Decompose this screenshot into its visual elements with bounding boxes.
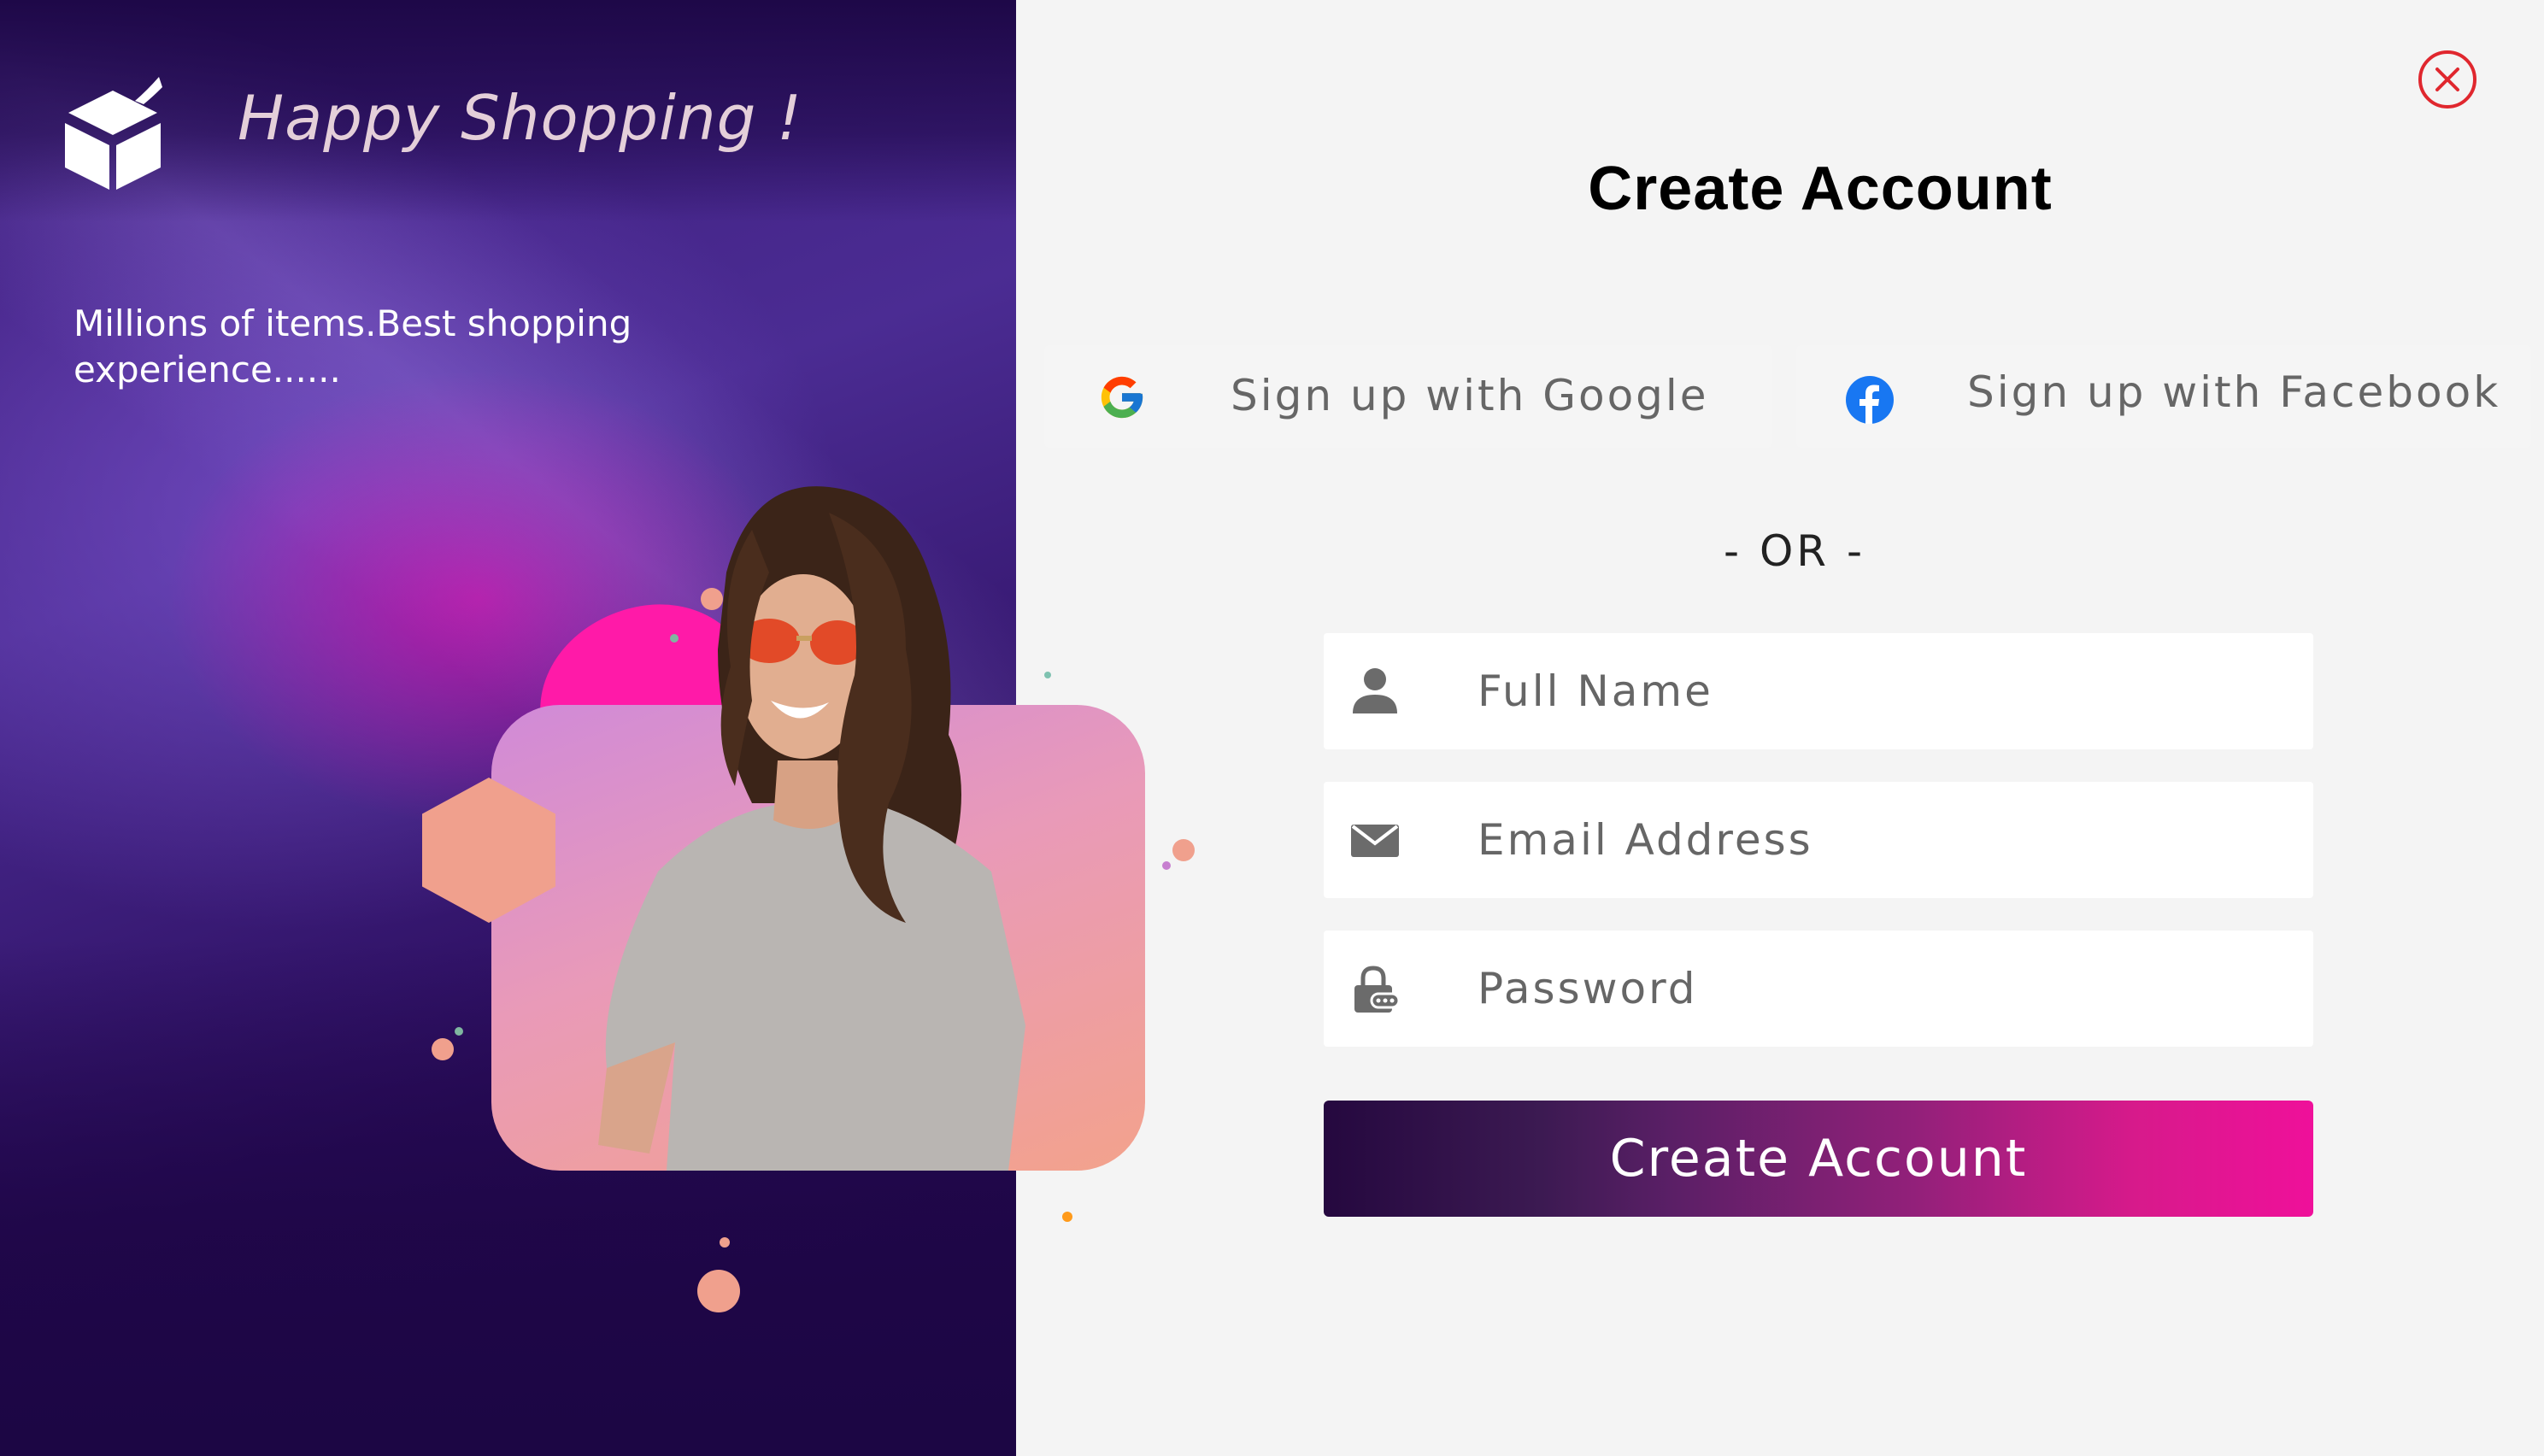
facebook-signup-button[interactable]: Sign up with Facebook bbox=[1796, 345, 2531, 448]
envelope-icon bbox=[1351, 825, 1399, 857]
decor-dot bbox=[432, 1038, 454, 1060]
user-icon bbox=[1353, 668, 1397, 713]
lock-icon bbox=[1354, 966, 1401, 1013]
email-field bbox=[1324, 782, 2313, 898]
close-button[interactable] bbox=[2418, 50, 2476, 109]
decor-dot bbox=[670, 634, 679, 643]
shopper-photo bbox=[598, 486, 1025, 1171]
decor-dot bbox=[697, 1270, 740, 1312]
facebook-signup-label: Sign up with Facebook bbox=[1967, 367, 2501, 417]
password-input[interactable] bbox=[1478, 931, 2289, 1047]
decor-dot bbox=[1044, 672, 1051, 678]
or-divider: - OR - bbox=[1724, 526, 1865, 576]
brand-tagline: Millions of items.Best shopping experien… bbox=[73, 302, 632, 390]
decor-dot bbox=[1162, 861, 1171, 870]
full-name-field bbox=[1324, 633, 2313, 749]
box-icon bbox=[65, 77, 162, 190]
google-signup-label: Sign up with Google bbox=[1231, 371, 1709, 420]
decor-dot bbox=[701, 588, 723, 610]
facebook-icon bbox=[1846, 376, 1894, 424]
brand-title: Happy Shopping ! bbox=[238, 82, 803, 154]
close-icon bbox=[2435, 68, 2459, 91]
page-title: Create Account bbox=[1588, 155, 2053, 223]
google-icon bbox=[1101, 376, 1143, 419]
hero-illustration bbox=[410, 478, 1213, 1333]
full-name-input[interactable] bbox=[1478, 633, 2289, 749]
password-field bbox=[1324, 931, 2313, 1047]
google-signup-button[interactable]: Sign up with Google bbox=[1044, 345, 1772, 448]
email-input[interactable] bbox=[1478, 782, 2289, 898]
decor-dot bbox=[455, 1027, 463, 1036]
decor-dot bbox=[720, 1237, 730, 1248]
decor-dot bbox=[1172, 839, 1195, 861]
decor-dot bbox=[1062, 1212, 1072, 1222]
create-account-button[interactable]: Create Account bbox=[1324, 1101, 2313, 1217]
